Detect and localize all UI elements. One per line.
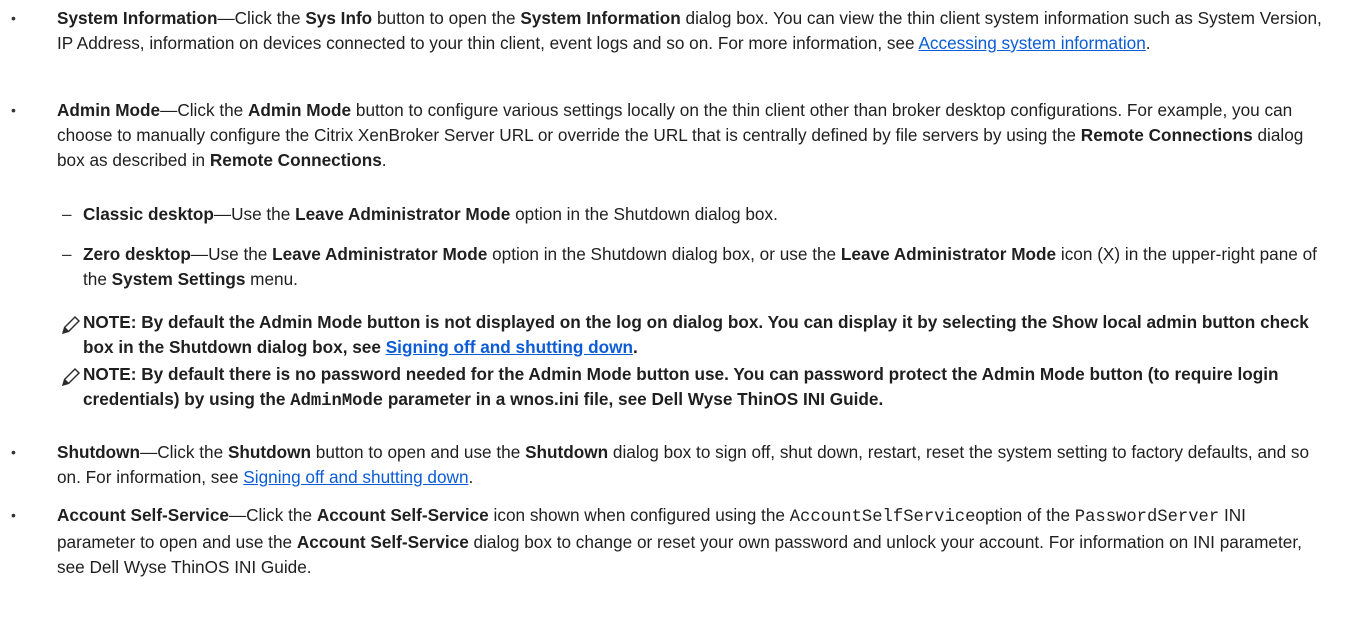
item-term: Shutdown: [57, 442, 141, 462]
item-term: Account Self-Service: [57, 505, 229, 525]
item-text: Admin Mode—Click the Admin Mode button t…: [57, 100, 1304, 170]
link-signing-off-and-shutting-down[interactable]: Signing off and shutting down: [243, 467, 468, 487]
sub-item-text: Zero desktop—Use the Leave Administrator…: [83, 244, 1317, 289]
bullet: •: [11, 507, 16, 523]
pencil-note-icon: [60, 314, 82, 336]
note-text: NOTE: By default the Admin Mode button i…: [83, 312, 1309, 357]
note-text: NOTE: By default there is no password ne…: [83, 364, 1279, 411]
code-passwordserver: PasswordServer: [1074, 508, 1220, 527]
sub-item-text: Classic desktop—Use the Leave Administra…: [83, 204, 778, 224]
bullet: •: [11, 444, 16, 460]
dash: –: [62, 204, 72, 224]
dash: –: [62, 244, 72, 264]
code-accountselfservice: AccountSelfService: [789, 508, 976, 527]
item-term: Admin Mode: [57, 100, 161, 120]
document-page: • System Information—Click the Sys Info …: [0, 0, 1350, 624]
item-term: System Information: [57, 8, 218, 28]
code-adminmode: AdminMode: [290, 392, 384, 411]
pencil-note-icon: [60, 366, 82, 388]
bullet: •: [11, 10, 16, 26]
bullet: •: [11, 102, 16, 118]
item-text: Shutdown—Click the Shutdown button to op…: [57, 442, 1310, 487]
link-signing-off-and-shutting-down[interactable]: Signing off and shutting down: [386, 337, 633, 357]
sub-item-term: Classic desktop: [83, 204, 214, 224]
link-accessing-system-information[interactable]: Accessing system information: [918, 33, 1145, 53]
item-text: System Information—Click the Sys Info bu…: [57, 8, 1322, 53]
item-text: Account Self-Service—Click the Account S…: [57, 505, 1302, 577]
sub-item-term: Zero desktop: [83, 244, 191, 264]
